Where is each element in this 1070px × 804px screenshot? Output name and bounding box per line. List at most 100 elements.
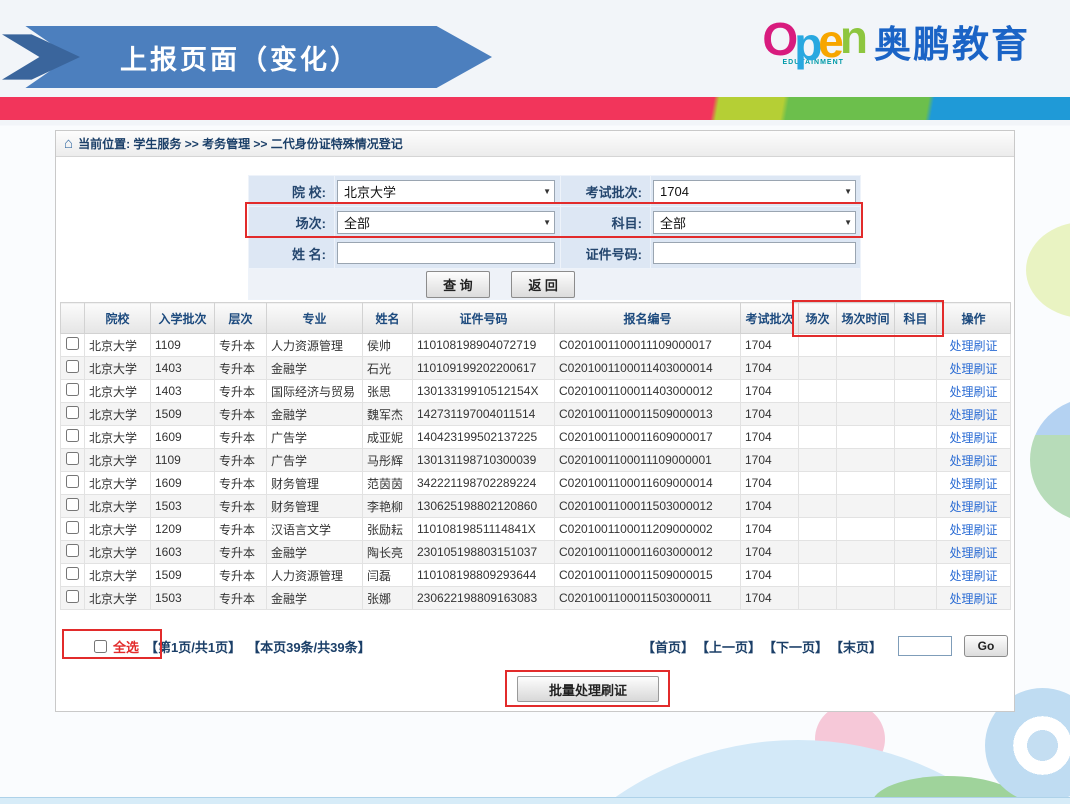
cell: C0201001100011503000012 bbox=[555, 495, 741, 518]
school-select-value: 北京大学 bbox=[344, 182, 396, 201]
cell bbox=[895, 357, 937, 380]
action-cell: 处理刷证 bbox=[937, 426, 1011, 449]
col-session: 场次 bbox=[799, 303, 837, 334]
results-table: 院校 入学批次 层次 专业 姓名 证件号码 报名编号 考试批次 场次 场次时间 … bbox=[60, 302, 1011, 610]
row-select-cell bbox=[61, 518, 85, 541]
cell: 专升本 bbox=[215, 564, 267, 587]
cell: 侯帅 bbox=[363, 334, 413, 357]
cell bbox=[837, 472, 895, 495]
cell: 1503 bbox=[151, 587, 215, 610]
col-exam-batch: 考试批次 bbox=[741, 303, 799, 334]
cell bbox=[799, 334, 837, 357]
col-id-number: 证件号码 bbox=[413, 303, 555, 334]
cell: 1704 bbox=[741, 403, 799, 426]
row-checkbox[interactable] bbox=[66, 406, 79, 419]
table-row: 北京大学1109专升本广告学马彤辉130131198710300039C0201… bbox=[61, 449, 1011, 472]
action-cell: 处理刷证 bbox=[937, 518, 1011, 541]
cell bbox=[837, 449, 895, 472]
row-checkbox[interactable] bbox=[66, 452, 79, 465]
process-card-link[interactable]: 处理刷证 bbox=[949, 454, 997, 468]
row-checkbox[interactable] bbox=[66, 498, 79, 511]
col-action: 操作 bbox=[937, 303, 1011, 334]
process-card-link[interactable]: 处理刷证 bbox=[949, 431, 997, 445]
select-all-label[interactable]: 全选 bbox=[113, 637, 139, 656]
school-select[interactable]: 北京大学 ▼ bbox=[337, 180, 555, 203]
cell: 北京大学 bbox=[85, 541, 151, 564]
process-card-link[interactable]: 处理刷证 bbox=[949, 546, 997, 560]
cell: 1503 bbox=[151, 495, 215, 518]
next-page-link[interactable]: 【下一页】 bbox=[763, 637, 828, 656]
row-checkbox[interactable] bbox=[66, 383, 79, 396]
process-card-link[interactable]: 处理刷证 bbox=[949, 592, 997, 606]
cell: C0201001100011109000017 bbox=[555, 334, 741, 357]
row-checkbox[interactable] bbox=[66, 521, 79, 534]
go-button[interactable]: Go bbox=[964, 635, 1008, 657]
cell: 金融学 bbox=[267, 587, 363, 610]
process-card-link[interactable]: 处理刷证 bbox=[949, 385, 997, 399]
cell bbox=[837, 564, 895, 587]
cell: 1704 bbox=[741, 472, 799, 495]
process-card-link[interactable]: 处理刷证 bbox=[949, 523, 997, 537]
row-checkbox[interactable] bbox=[66, 590, 79, 603]
row-checkbox[interactable] bbox=[66, 544, 79, 557]
content-panel: ⌂ 当前位置: 学生服务 >> 考务管理 >> 二代身份证特殊情况登记 院 校:… bbox=[55, 130, 1015, 712]
process-card-link[interactable]: 处理刷证 bbox=[949, 477, 997, 491]
cell: C0201001100011603000012 bbox=[555, 541, 741, 564]
ribbon-divider bbox=[0, 97, 1070, 120]
goto-page-input[interactable] bbox=[898, 636, 952, 656]
cell: 张励耘 bbox=[363, 518, 413, 541]
process-card-link[interactable]: 处理刷证 bbox=[949, 339, 997, 353]
col-school: 院校 bbox=[85, 303, 151, 334]
cell: 专升本 bbox=[215, 541, 267, 564]
bulk-process-button[interactable]: 批量处理刷证 bbox=[517, 676, 659, 702]
query-button[interactable]: 查 询 bbox=[426, 271, 490, 298]
cell: 342221198702289224 bbox=[413, 472, 555, 495]
process-card-link[interactable]: 处理刷证 bbox=[949, 500, 997, 514]
table-row: 北京大学1503专升本金融学张娜230622198809163083C02010… bbox=[61, 587, 1011, 610]
name-input[interactable] bbox=[337, 242, 555, 264]
action-cell: 处理刷证 bbox=[937, 403, 1011, 426]
session-select[interactable]: 全部 ▼ bbox=[337, 211, 555, 234]
prev-page-link[interactable]: 【上一页】 bbox=[696, 637, 761, 656]
exam-batch-select[interactable]: 1704 ▼ bbox=[653, 180, 856, 203]
cell: 1609 bbox=[151, 426, 215, 449]
cell: 北京大学 bbox=[85, 357, 151, 380]
last-page-link[interactable]: 【末页】 bbox=[830, 637, 882, 656]
col-session-time: 场次时间 bbox=[837, 303, 895, 334]
row-checkbox[interactable] bbox=[66, 475, 79, 488]
first-page-link[interactable]: 【首页】 bbox=[642, 637, 694, 656]
row-checkbox[interactable] bbox=[66, 360, 79, 373]
cell: 1603 bbox=[151, 541, 215, 564]
back-button[interactable]: 返 回 bbox=[511, 271, 575, 298]
cell bbox=[895, 587, 937, 610]
cell: 130625198802120860 bbox=[413, 495, 555, 518]
select-all-checkbox[interactable] bbox=[94, 640, 107, 653]
col-major: 专业 bbox=[267, 303, 363, 334]
cell: 1704 bbox=[741, 541, 799, 564]
process-card-link[interactable]: 处理刷证 bbox=[949, 362, 997, 376]
cell: 金融学 bbox=[267, 357, 363, 380]
chevron-down-icon: ▼ bbox=[844, 187, 852, 196]
process-card-link[interactable]: 处理刷证 bbox=[949, 569, 997, 583]
cell: 北京大学 bbox=[85, 587, 151, 610]
id-number-label: 证件号码: bbox=[561, 238, 651, 269]
exam-batch-select-value: 1704 bbox=[660, 184, 689, 199]
cell: 专升本 bbox=[215, 403, 267, 426]
cell: 110108198809293644 bbox=[413, 564, 555, 587]
cell: 北京大学 bbox=[85, 334, 151, 357]
cell: 110109199202200617 bbox=[413, 357, 555, 380]
col-level: 层次 bbox=[215, 303, 267, 334]
cell bbox=[799, 449, 837, 472]
row-checkbox[interactable] bbox=[66, 337, 79, 350]
cell: 广告学 bbox=[267, 426, 363, 449]
cell: 专升本 bbox=[215, 357, 267, 380]
subject-select[interactable]: 全部 ▼ bbox=[653, 211, 856, 234]
row-checkbox[interactable] bbox=[66, 429, 79, 442]
id-number-input[interactable] bbox=[653, 242, 856, 264]
cell: C0201001100011209000002 bbox=[555, 518, 741, 541]
row-select-cell bbox=[61, 495, 85, 518]
chevron-down-icon: ▼ bbox=[543, 187, 551, 196]
row-checkbox[interactable] bbox=[66, 567, 79, 580]
process-card-link[interactable]: 处理刷证 bbox=[949, 408, 997, 422]
cell: 北京大学 bbox=[85, 380, 151, 403]
